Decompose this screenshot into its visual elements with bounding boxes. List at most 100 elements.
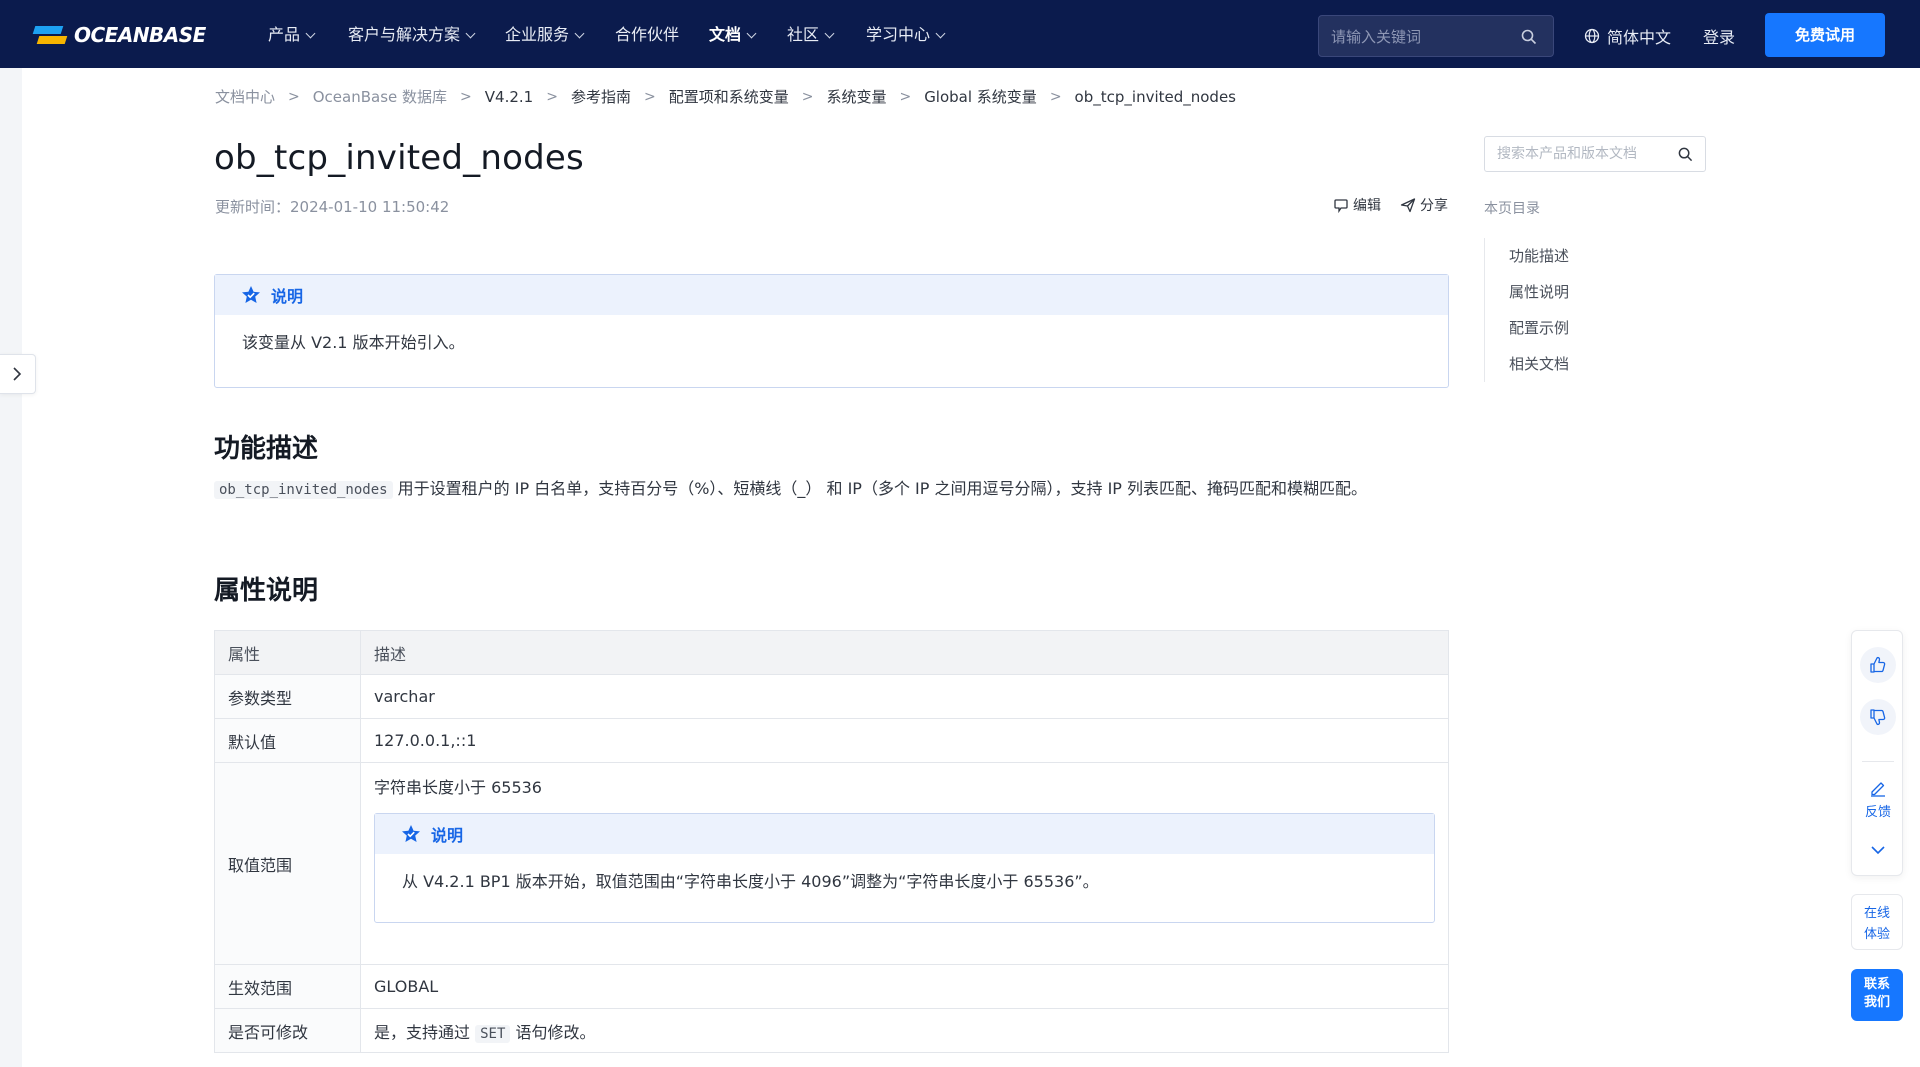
trial-label-line2: 体验: [1863, 927, 1890, 942]
site-search-input[interactable]: [1331, 26, 1511, 48]
breadcrumb-separator: >: [1049, 88, 1062, 105]
inline-code: SET: [475, 1024, 511, 1043]
top-navigation: OCEANBASE 产品 客户与解决方案 企业服务 合作伙伴 文档 社区 学习中…: [0, 0, 1920, 68]
table-row: 参数类型 varchar: [214, 674, 1449, 719]
oceanbase-logo[interactable]: OCEANBASE: [32, 22, 206, 48]
globe-icon: [1584, 28, 1600, 44]
note-heading: 说明: [271, 287, 304, 306]
table-cell-key: 参数类型: [214, 674, 361, 719]
function-description: ob_tcp_invited_nodes 用于设置租户的 IP 白名单，支持百分…: [214, 474, 1444, 505]
feedback-label: 反馈: [1864, 805, 1891, 820]
section-heading-function: 功能描述: [214, 434, 319, 464]
modifiable-text: 是，支持通过: [374, 1022, 471, 1042]
table-cell-key: 取值范围: [214, 762, 361, 965]
breadcrumb-separator: >: [288, 88, 300, 105]
share-button[interactable]: 分享: [1400, 195, 1448, 215]
toc-title: 本页目录: [1484, 201, 1540, 217]
modifiable-text-suffix: 语句修改。: [515, 1022, 596, 1042]
nav-item-docs[interactable]: 文档: [709, 24, 757, 46]
search-icon[interactable]: [1678, 147, 1693, 162]
table-cell-key: 是否可修改: [214, 1008, 361, 1053]
feedback-button[interactable]: 反馈: [1852, 779, 1904, 820]
like-button[interactable]: [1860, 647, 1896, 683]
logo-mark-icon: [32, 24, 70, 46]
table-row: 是否可修改 是，支持通过 SET 语句修改。: [214, 1008, 1449, 1053]
feedback-panel: 反馈: [1851, 630, 1903, 876]
breadcrumb-separator: >: [460, 88, 472, 105]
thumbs-down-icon: [1870, 709, 1886, 726]
chevron-down-icon: [465, 28, 476, 39]
breadcrumb-item[interactable]: 系统变量: [826, 86, 886, 107]
note-header: 说明: [215, 275, 1448, 315]
nav-item-community[interactable]: 社区: [787, 24, 835, 46]
logo-text: OCEANBASE: [74, 23, 206, 47]
nav-item-products[interactable]: 产品: [268, 24, 316, 46]
note-text: 从 V4.2.1 BP1 版本开始，取值范围由“字符串长度小于 4096”调整为…: [402, 872, 1099, 891]
table-header-desc: 描述: [360, 630, 1449, 675]
table-header-row: 属性 描述: [214, 630, 1449, 675]
table-cell-value: 是，支持通过 SET 语句修改。: [360, 1008, 1449, 1053]
properties-table: 属性 描述 参数类型 varchar 默认值 127.0.0.1,::1 取值范…: [214, 630, 1449, 1053]
left-sidebar-rail: [0, 68, 22, 1067]
table-cell-value: 字符串长度小于 65536 说明 从 V4.2.1 BP1 版本开始，取值范围由…: [360, 762, 1449, 965]
login-link[interactable]: 登录: [1703, 24, 1735, 48]
toc-item[interactable]: 功能描述: [1485, 238, 1569, 274]
table-row: 默认值 127.0.0.1,::1: [214, 718, 1449, 763]
table-cell-value: 127.0.0.1,::1: [360, 718, 1449, 763]
contact-label-line2: 我们: [1863, 995, 1890, 1010]
page-title: ob_tcp_invited_nodes: [214, 138, 584, 178]
note-heading: 说明: [431, 826, 464, 845]
chevron-down-icon: [824, 28, 835, 39]
breadcrumb-separator: >: [801, 88, 814, 105]
toc-item[interactable]: 相关文档: [1485, 346, 1569, 382]
chevron-down-icon: [305, 28, 316, 39]
breadcrumb-current: ob_tcp_invited_nodes: [1074, 87, 1236, 106]
note-text: 该变量从 V2.1 版本开始引入。: [242, 333, 465, 352]
send-icon: [1400, 198, 1416, 213]
chevron-down-icon[interactable]: [1870, 845, 1886, 855]
toc-item[interactable]: 属性说明: [1485, 274, 1569, 310]
breadcrumb-item[interactable]: OceanBase 数据库: [313, 86, 447, 107]
update-time: 更新时间：2024-01-10 11:50:42: [215, 198, 450, 216]
contact-label-line1: 联系: [1863, 977, 1890, 992]
table-cell-value: GLOBAL: [360, 964, 1449, 1009]
table-row: 生效范围 GLOBAL: [214, 964, 1449, 1009]
dislike-button[interactable]: [1860, 699, 1896, 735]
star-badge-icon: [242, 286, 260, 303]
breadcrumb-separator: >: [546, 88, 558, 105]
pencil-icon: [1871, 782, 1885, 797]
toc-item[interactable]: 配置示例: [1485, 310, 1569, 346]
site-search: [1318, 15, 1554, 57]
table-cell-key: 默认值: [214, 718, 361, 763]
edit-label: 编辑: [1353, 198, 1381, 214]
section-heading-properties: 属性说明: [214, 576, 319, 606]
table-cell-key: 生效范围: [214, 964, 361, 1009]
free-trial-button[interactable]: 免费试用: [1765, 13, 1885, 57]
table-cell-value: varchar: [360, 674, 1449, 719]
contact-us-button[interactable]: 联系 我们: [1851, 969, 1903, 1021]
online-trial-button[interactable]: 在线 体验: [1851, 894, 1903, 950]
nav-item-services[interactable]: 企业服务: [505, 24, 585, 46]
chevron-down-icon: [746, 28, 757, 39]
breadcrumb-item[interactable]: Global 系统变量: [924, 86, 1037, 107]
doc-search-input[interactable]: [1497, 144, 1667, 164]
nav-item-partners[interactable]: 合作伙伴: [615, 24, 679, 46]
table-of-contents: 功能描述 属性说明 配置示例 相关文档: [1484, 238, 1569, 382]
breadcrumb-separator: >: [643, 88, 656, 105]
star-badge-icon: [402, 825, 420, 842]
sidebar-toggle-button[interactable]: [0, 354, 36, 394]
trial-label-line1: 在线: [1863, 906, 1890, 921]
breadcrumb-item[interactable]: 配置项和系统变量: [669, 86, 789, 107]
breadcrumb-item[interactable]: 参考指南: [571, 86, 631, 107]
function-text: 用于设置租户的 IP 白名单，支持百分号（%）、短横线（_） 和 IP（多个 I…: [397, 479, 1368, 498]
breadcrumb-item[interactable]: V4.2.1: [485, 88, 533, 106]
breadcrumb-separator: >: [899, 88, 912, 105]
inline-code: ob_tcp_invited_nodes: [214, 481, 393, 499]
chevron-down-icon: [935, 28, 946, 39]
nav-item-learning[interactable]: 学习中心: [866, 24, 946, 46]
edit-button[interactable]: 编辑: [1333, 195, 1381, 215]
language-switcher[interactable]: 简体中文: [1584, 24, 1671, 48]
breadcrumb-item[interactable]: 文档中心: [215, 86, 275, 107]
search-icon[interactable]: [1521, 29, 1537, 45]
nav-item-customers[interactable]: 客户与解决方案: [348, 24, 476, 46]
